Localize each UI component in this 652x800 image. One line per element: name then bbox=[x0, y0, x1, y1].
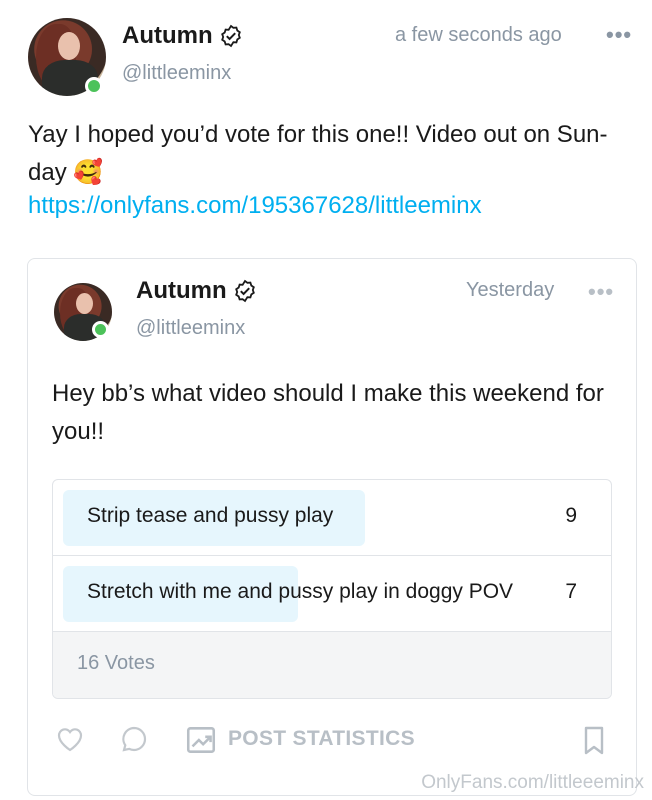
poll: Strip tease and pussy play 9 Stretch wit… bbox=[52, 479, 612, 699]
online-status-indicator bbox=[85, 77, 103, 95]
watermark: OnlyFans.com/littleeeminx bbox=[421, 772, 644, 793]
verified-check-icon bbox=[220, 24, 241, 48]
poll-option[interactable]: Strip tease and pussy play 9 bbox=[53, 480, 611, 556]
poll-option[interactable]: Stretch with me and pussy play in doggy … bbox=[53, 556, 611, 632]
author-name[interactable]: Autumn bbox=[122, 22, 213, 50]
verified-check-icon bbox=[234, 279, 255, 303]
poll-option-count: 7 bbox=[565, 580, 577, 603]
poll-option-label: Stretch with me and pussy play in doggy … bbox=[87, 580, 514, 603]
more-options-icon[interactable]: ••• bbox=[606, 22, 632, 48]
post-actions-bar: POST STATISTICS bbox=[54, 721, 614, 761]
quoted-post-text: Hey bb’s what video should I make this w… bbox=[52, 380, 604, 445]
quoted-post-timestamp[interactable]: Yesterday bbox=[466, 279, 554, 302]
post-statistics-button[interactable]: POST STATISTICS bbox=[228, 727, 415, 751]
statistics-icon[interactable] bbox=[184, 723, 218, 757]
quoted-author-name-row[interactable]: Autumn bbox=[136, 277, 257, 305]
quoted-online-status-indicator bbox=[92, 321, 109, 338]
more-options-icon[interactable]: ••• bbox=[588, 279, 614, 305]
heart-icon[interactable] bbox=[54, 723, 86, 755]
quoted-author-name[interactable]: Autumn bbox=[136, 277, 227, 305]
bookmark-icon[interactable] bbox=[578, 723, 610, 757]
post-text: Yay I hoped you’d vote for this one!! Vi… bbox=[28, 121, 608, 186]
post-timestamp[interactable]: a few seconds ago bbox=[395, 24, 562, 47]
poll-total-votes: 16 Votes bbox=[77, 652, 155, 674]
poll-footer: 16 Votes bbox=[53, 632, 611, 698]
quoted-post-card[interactable]: Autumn @littleeminx Yesterday ••• Hey bb… bbox=[27, 258, 637, 796]
author-name-row[interactable]: Autumn bbox=[122, 22, 243, 50]
post-link[interactable]: https://onlyfans.com/195367628/littleemi… bbox=[28, 192, 482, 220]
poll-option-count: 9 bbox=[565, 504, 577, 527]
author-handle[interactable]: @littleeminx bbox=[122, 62, 231, 85]
poll-option-label: Strip tease and pussy play bbox=[87, 504, 334, 527]
post-header: Autumn @littleeminx a few seconds ago ••… bbox=[28, 18, 632, 102]
comment-icon[interactable] bbox=[118, 723, 150, 755]
quoted-author-handle[interactable]: @littleeminx bbox=[136, 317, 245, 340]
